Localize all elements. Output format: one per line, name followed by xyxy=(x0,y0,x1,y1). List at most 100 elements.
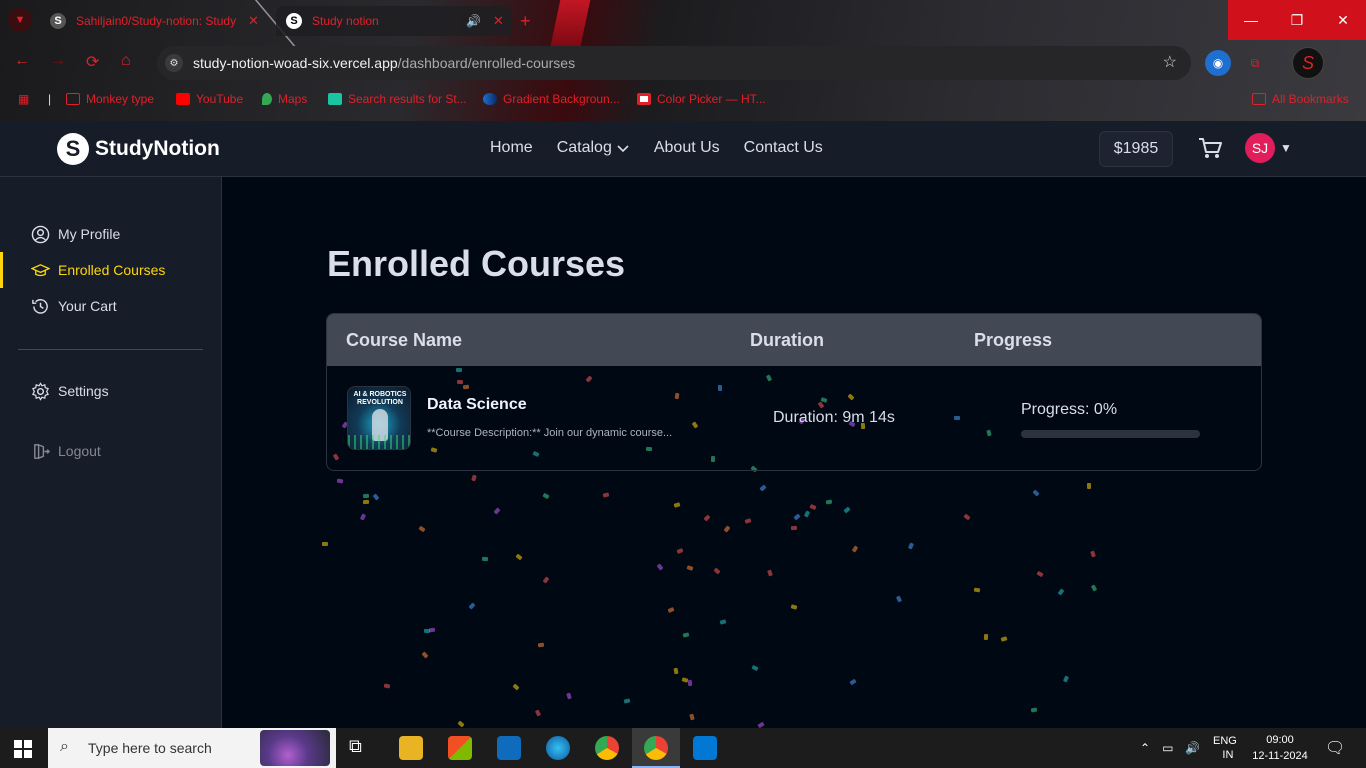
volume-icon[interactable]: 🔊 xyxy=(1185,741,1200,755)
site-info-icon[interactable]: ⚙ xyxy=(165,54,183,72)
confetti-piece xyxy=(907,542,914,550)
taskbar-search[interactable]: ⌕ Type here to search xyxy=(48,728,336,768)
confetti-piece xyxy=(535,709,542,717)
confetti-piece xyxy=(790,604,798,610)
wallet-balance[interactable]: $1985 xyxy=(1099,131,1173,167)
close-icon[interactable]: ✕ xyxy=(493,13,504,29)
confetti-piece xyxy=(673,501,681,508)
bookmark-label: Gradient Backgroun... xyxy=(503,92,620,106)
bookmarks-bar: ▦ | Monkey type YouTube Maps Search resu… xyxy=(0,90,1366,112)
close-window-button[interactable]: ✕ xyxy=(1320,0,1366,40)
maps-icon xyxy=(262,93,272,105)
table-row[interactable]: AI & ROBOTICS REVOLUTION Data Science **… xyxy=(327,366,1261,470)
confetti-piece xyxy=(673,667,679,675)
confetti-piece xyxy=(1063,675,1070,683)
battery-icon[interactable]: ▭ xyxy=(1162,741,1173,755)
sidebar-item-settings[interactable]: Settings xyxy=(0,373,221,409)
back-icon[interactable]: ← xyxy=(14,52,30,70)
taskbar-active-app[interactable] xyxy=(632,728,680,768)
speaker-icon[interactable]: 🔊 xyxy=(466,14,481,28)
bookmark-search-results[interactable]: Search results for St... xyxy=(328,92,467,106)
notification-icon[interactable]: 🗨 xyxy=(1325,728,1345,768)
puzzle-icon[interactable]: ⧉ xyxy=(1242,50,1268,76)
bookmark-maps[interactable]: Maps xyxy=(262,92,307,106)
sidebar-item-your-cart[interactable]: Your Cart xyxy=(0,288,221,324)
nav-about[interactable]: About Us xyxy=(654,139,720,157)
confetti-piece xyxy=(723,525,731,533)
confetti-piece xyxy=(1031,707,1038,713)
bookmark-youtube[interactable]: YouTube xyxy=(176,92,243,106)
tab-study-notion[interactable]: S Study notion 🔊 ✕ xyxy=(276,6,512,36)
github-icon: S xyxy=(50,13,66,29)
restore-button[interactable]: ❐ xyxy=(1274,0,1320,40)
bookmark-monkey-type[interactable]: Monkey type xyxy=(66,92,154,106)
avatar[interactable]: SJ xyxy=(1245,133,1275,163)
apps-icon[interactable]: ▦ xyxy=(18,92,29,106)
confetti-piece xyxy=(362,493,369,498)
bookmark-label: All Bookmarks xyxy=(1272,92,1349,106)
history-icon xyxy=(32,298,48,314)
clock[interactable]: 09:00 12-11-2024 xyxy=(1250,728,1310,768)
confetti-piece xyxy=(759,484,767,492)
sidebar-item-logout[interactable]: Logout xyxy=(0,433,221,469)
confetti-piece xyxy=(804,510,811,518)
address-bar[interactable]: ⚙ study-notion-woad-six.vercel.app/dashb… xyxy=(157,46,1191,80)
confetti-piece xyxy=(973,587,980,593)
tab-github[interactable]: S Sahiljain0/Study-notion: Study N ✕ xyxy=(40,6,270,36)
nav-home[interactable]: Home xyxy=(490,139,533,157)
caret-down-icon[interactable]: ▼ xyxy=(1280,141,1292,155)
minimize-button[interactable]: — xyxy=(1228,0,1274,40)
confetti-piece xyxy=(983,633,989,640)
brand-logo[interactable]: S StudyNotion xyxy=(57,133,220,165)
language-code: ENG xyxy=(1213,735,1237,747)
forward-icon[interactable]: → xyxy=(50,52,66,70)
sidebar-item-enrolled-courses[interactable]: Enrolled Courses xyxy=(0,252,221,288)
course-thumbnail[interactable]: AI & ROBOTICS REVOLUTION xyxy=(347,386,411,450)
task-view-icon[interactable]: ⧉ xyxy=(349,736,373,760)
browser-chrome: ▼ S Sahiljain0/Study-notion: Study N ✕ S… xyxy=(0,0,1366,121)
store-icon[interactable] xyxy=(448,736,472,760)
chrome-icon[interactable] xyxy=(595,736,619,760)
chevron-up-icon[interactable]: ⌃ xyxy=(1140,741,1150,755)
confetti-piece xyxy=(359,513,367,521)
confetti-piece xyxy=(681,677,689,683)
confetti-piece xyxy=(790,525,797,530)
reload-icon[interactable]: ⟳ xyxy=(86,52,99,72)
mail-icon[interactable] xyxy=(497,736,521,760)
new-tab-button[interactable]: + xyxy=(520,6,540,36)
bookmarks-divider: | xyxy=(48,92,52,106)
bookmark-label: YouTube xyxy=(196,92,244,106)
close-icon[interactable]: ✕ xyxy=(248,13,259,29)
edge-icon[interactable] xyxy=(546,736,570,760)
confetti-piece xyxy=(751,664,759,672)
home-icon[interactable]: ⌂ xyxy=(121,52,131,70)
bookmark-star-icon[interactable]: ☆ xyxy=(1163,52,1177,72)
language-indicator[interactable]: ENG IN xyxy=(1213,728,1237,768)
all-bookmarks[interactable]: All Bookmarks xyxy=(1252,92,1349,106)
confetti-piece xyxy=(481,556,489,562)
confetti-piece xyxy=(421,650,429,659)
graduation-cap-icon xyxy=(31,263,50,276)
nav-catalog[interactable]: Catalog xyxy=(557,139,630,157)
extension-icon[interactable]: ◉ xyxy=(1205,50,1231,76)
confetti-piece xyxy=(512,683,520,691)
sidebar-item-my-profile[interactable]: My Profile xyxy=(0,216,221,252)
vscode-icon[interactable] xyxy=(693,736,717,760)
bookmark-gradient[interactable]: Gradient Backgroun... xyxy=(483,92,620,106)
confetti-piece xyxy=(809,504,817,511)
confetti-piece xyxy=(468,602,476,610)
tab-search-icon[interactable]: ▼ xyxy=(8,8,32,32)
logo-icon: S xyxy=(57,133,89,165)
confetti-piece xyxy=(1091,584,1098,592)
confetti-piece xyxy=(687,679,693,687)
cart-icon[interactable] xyxy=(1197,135,1223,161)
profile-icon[interactable]: S xyxy=(1292,47,1324,79)
course-name[interactable]: Data Science xyxy=(427,396,527,414)
confetti-piece xyxy=(1032,489,1040,497)
windows-start-icon[interactable] xyxy=(14,740,32,758)
confetti-piece xyxy=(542,576,550,584)
bookmark-color-picker[interactable]: Color Picker — HT... xyxy=(637,92,766,106)
vercel-icon xyxy=(328,93,342,105)
nav-contact[interactable]: Contact Us xyxy=(744,139,823,157)
file-explorer-icon[interactable] xyxy=(399,736,423,760)
